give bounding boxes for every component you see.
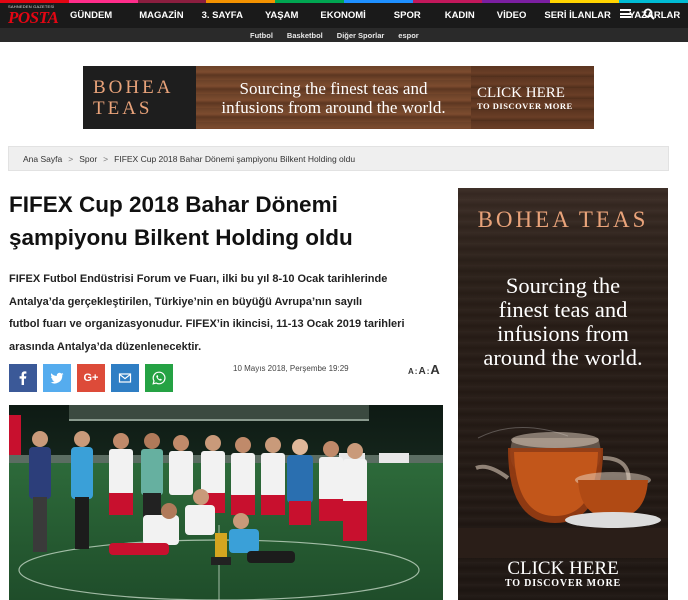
breadcrumb-separator: > — [68, 153, 74, 164]
breadcrumb-separator: > — [103, 153, 109, 164]
search-icon[interactable] — [643, 7, 655, 20]
summary-line: futbol fuarı ve organizasyonudur. FIFEX’… — [9, 318, 405, 330]
nav-item-spor[interactable]: SPOR — [394, 10, 421, 21]
ad-cta-main: CLICK HERE — [477, 84, 565, 101]
mail-icon — [118, 373, 132, 383]
ad-brand-line: TEAS — [93, 97, 153, 119]
summary-line: arasında Antalya’da düzenlenecektir. — [9, 340, 202, 353]
ad-side-text: Sourcing the finest teas and infusions f… — [458, 274, 668, 370]
ad-brand-line: BOHEA — [93, 76, 174, 98]
nav-item-seri-i-lanlar[interactable]: SERİ İLANLAR — [544, 10, 611, 21]
facebook-icon — [19, 371, 27, 385]
ad-tagline-line: Sourcing the finest teas and — [239, 78, 428, 98]
summary-line: FIFEX Futbol Endüstrisi Forum ve Fuarı, … — [9, 273, 388, 285]
color-strip-segment — [0, 0, 69, 3]
nav-item-magazi-n[interactable]: MAGAZİN — [139, 10, 183, 21]
breadcrumb-home[interactable]: Ana Sayfa — [23, 154, 62, 164]
article-title-line: FIFEX Cup 2018 Bahar Dönemi — [9, 192, 338, 217]
team-photo-illustration — [9, 405, 443, 600]
whatsapp-icon — [152, 371, 166, 385]
twitter-share-button[interactable] — [43, 364, 71, 392]
top-banner-ad[interactable]: BOHEA TEAS Sourcing the finest teas and … — [83, 66, 594, 129]
ad-side-text-line: infusions from — [497, 321, 629, 346]
subnav-item[interactable]: Basketbol — [287, 31, 323, 40]
font-size-separator: : — [426, 367, 430, 376]
sub-nav: Futbol Basketbol Diğer Sporlar espor — [250, 28, 419, 42]
nav-item-gündem[interactable]: GÜNDEM — [70, 10, 112, 21]
subnav-item[interactable]: espor — [398, 31, 418, 40]
ad-side-text-line: Sourcing the — [505, 273, 621, 298]
ad-side-text-line: around the world. — [483, 345, 643, 370]
share-buttons: G+ — [9, 364, 173, 392]
ad-brand: BOHEA TEAS — [83, 66, 196, 129]
main-nav: GÜNDEM MAGAZİN 3. SAYFA YAŞAM EKONOMİ SPOR KAD… — [70, 3, 680, 28]
ad-cta-sub: TO DISCOVER MORE — [477, 100, 573, 111]
teapot-illustration — [458, 427, 668, 558]
ad-side-text-line: finest teas and — [498, 297, 628, 322]
article-title-line: şampiyonu Bilkent Holding oldu — [9, 225, 353, 250]
whatsapp-share-button[interactable] — [145, 364, 173, 392]
nav-item-vi-deo[interactable]: VİDEO — [497, 10, 527, 21]
article-summary: FIFEX Futbol Endüstrisi Forum ve Fuarı, … — [9, 268, 443, 358]
mail-share-button[interactable] — [111, 364, 139, 392]
breadcrumb-section[interactable]: Spor — [79, 154, 97, 164]
font-large-button[interactable]: A — [430, 362, 439, 377]
side-banner-ad[interactable]: BOHEA TEAS Sourcing the finest teas and … — [458, 188, 668, 600]
ad-side-cta-main: CLICK HERE — [507, 558, 619, 579]
summary-line: Antalya’da gerçekleştirilen, Türkiye’nin… — [9, 295, 363, 308]
twitter-icon — [50, 372, 64, 384]
google-plus-share-button[interactable]: G+ — [77, 364, 105, 392]
posta-logo[interactable]: SAHNEDEN GAZETESİ POSTA — [6, 4, 64, 27]
facebook-share-button[interactable] — [9, 364, 37, 392]
font-size-separator: : — [414, 367, 418, 376]
ad-side-cta-sub: TO DISCOVER MORE — [505, 578, 621, 589]
nav-item-kadin[interactable]: KADIN — [445, 10, 475, 21]
article-title: FIFEX Cup 2018 Bahar Dönemi şampiyonu Bi… — [9, 188, 439, 254]
sub-navigation-bar: Futbol Basketbol Diğer Sporlar espor — [0, 28, 688, 42]
ad-tagline-line: infusions from around the world. — [221, 97, 446, 117]
subnav-item[interactable]: Futbol — [250, 31, 273, 40]
nav-item-3-sayfa[interactable]: 3. SAYFA — [202, 10, 243, 21]
font-size-controls: A : A : A — [408, 362, 440, 377]
logo-text: POSTA — [8, 8, 59, 27]
font-medium-button[interactable]: A — [418, 366, 425, 377]
subnav-item[interactable]: Diğer Sporlar — [337, 31, 385, 40]
top-navigation-bar: SAHNEDEN GAZETESİ POSTA GÜNDEM MAGAZİN 3. … — [0, 0, 688, 28]
breadcrumb: Ana Sayfa > Spor > FIFEX Cup 2018 Bahar … — [8, 146, 669, 171]
nav-item-ekonomi-[interactable]: EKONOMİ — [320, 10, 365, 21]
hamburger-icon[interactable] — [620, 9, 631, 18]
nav-item-yaşam[interactable]: YAŞAM — [265, 10, 298, 21]
breadcrumb-current: FIFEX Cup 2018 Bahar Dönemi şampiyonu Bi… — [114, 153, 356, 164]
google-plus-icon: G+ — [83, 372, 99, 384]
article-photo — [9, 405, 443, 600]
ad-cta-button[interactable]: CLICK HERE TO DISCOVER MORE — [471, 66, 594, 129]
ad-side-brand: BOHEA TEAS — [477, 207, 649, 232]
font-small-button[interactable]: A — [408, 367, 414, 376]
publish-date: 10 Mayıs 2018, Perşembe 19:29 — [233, 364, 349, 373]
ad-side-cta-button[interactable]: CLICK HERE TO DISCOVER MORE — [458, 558, 668, 589]
ad-tagline: Sourcing the finest teas and infusions f… — [196, 66, 471, 129]
